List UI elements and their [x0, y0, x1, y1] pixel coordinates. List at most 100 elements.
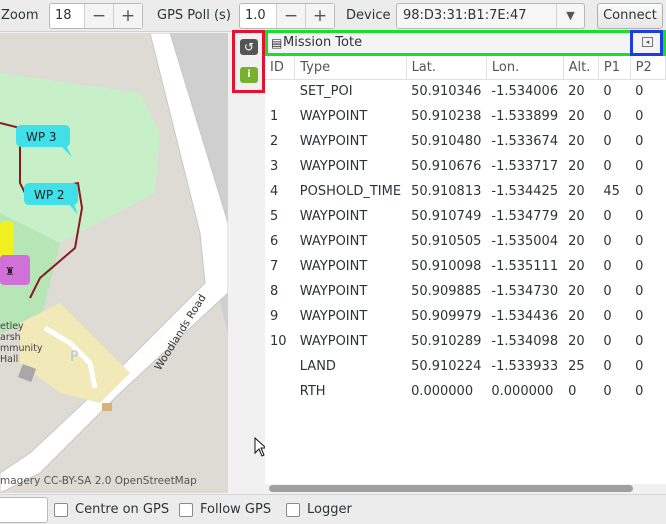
cell-lon[interactable]: -1.534436	[486, 304, 563, 329]
cell-lat[interactable]: 50.910749	[406, 204, 486, 229]
cell-lat[interactable]: 50.910346	[406, 79, 486, 104]
cell-lon[interactable]: -1.533933	[486, 354, 563, 379]
cell-lat[interactable]: 50.910480	[406, 129, 486, 154]
cell-id[interactable]: 5	[265, 204, 295, 229]
connect-button[interactable]: Connect	[597, 3, 663, 29]
column-header-p2[interactable]: P2	[630, 56, 666, 80]
cell-p1[interactable]: 0	[598, 354, 630, 379]
cell-type[interactable]: WAYPOINT	[295, 104, 406, 129]
table-row[interactable]: 1 WAYPOINT 50.910238 -1.533899 20 0 0	[265, 104, 666, 129]
cell-id[interactable]	[265, 79, 295, 104]
cell-p2[interactable]: 0	[630, 79, 665, 104]
cell-p2[interactable]: 0	[630, 179, 665, 204]
cell-id[interactable]: 3	[265, 154, 295, 179]
table-row[interactable]: 7 WAYPOINT 50.910098 -1.535111 20 0 0	[265, 254, 666, 279]
table-row[interactable]: 6 WAYPOINT 50.910505 -1.535004 20 0 0	[265, 229, 666, 254]
cell-id[interactable]: 8	[265, 279, 295, 304]
table-row[interactable]: 3 WAYPOINT 50.910676 -1.533717 20 0 0	[265, 154, 666, 179]
cell-lon[interactable]: -1.533899	[486, 104, 563, 129]
zoom-increase-button[interactable]: +	[113, 4, 142, 28]
device-value[interactable]: 98:D3:31:B1:7E:47	[397, 4, 556, 28]
cell-alt[interactable]: 20	[563, 154, 598, 179]
cell-alt[interactable]: 20	[563, 229, 598, 254]
cell-alt[interactable]: 20	[563, 304, 598, 329]
column-header-lon[interactable]: Lon.	[486, 56, 564, 80]
cell-lat[interactable]: 50.910289	[406, 329, 486, 354]
cell-p2[interactable]: 0	[630, 104, 665, 129]
status-entry[interactable]	[0, 497, 48, 523]
cell-lon[interactable]: -1.534730	[486, 279, 563, 304]
cell-lon[interactable]: -1.535111	[486, 254, 563, 279]
cell-p1[interactable]: 0	[598, 104, 630, 129]
table-row[interactable]: 5 WAYPOINT 50.910749 -1.534779 20 0 0	[265, 204, 666, 229]
cell-p2[interactable]: 0	[630, 279, 665, 304]
cell-alt[interactable]: 20	[563, 104, 598, 129]
map-canvas[interactable]: P ♜ WP 3 WP 2 Woodlands Road etley arsh …	[0, 33, 228, 493]
cell-p1[interactable]: 0	[598, 79, 630, 104]
cell-p2[interactable]: 0	[630, 254, 665, 279]
zoom-spinner[interactable]: 18 − +	[49, 3, 143, 29]
horizontal-scrollbar[interactable]	[265, 484, 666, 494]
cell-lat[interactable]: 50.910813	[406, 179, 486, 204]
cell-alt[interactable]: 20	[563, 179, 598, 204]
cell-lat[interactable]: 50.910676	[406, 154, 486, 179]
cell-lon[interactable]: -1.533674	[486, 129, 563, 154]
table-row[interactable]: RTH 0.000000 0.000000 0 0 0	[265, 379, 666, 404]
cell-type[interactable]: WAYPOINT	[295, 204, 406, 229]
cell-p2[interactable]: 0	[630, 304, 665, 329]
table-row[interactable]: LAND 50.910224 -1.533933 25 0 0	[265, 354, 666, 379]
cell-p2[interactable]: 0	[630, 129, 665, 154]
cell-lat[interactable]: 50.910098	[406, 254, 486, 279]
cell-alt[interactable]: 20	[563, 329, 598, 354]
cell-alt[interactable]: 20	[563, 204, 598, 229]
cell-p1[interactable]: 0	[598, 279, 630, 304]
cell-lat[interactable]: 50.909979	[406, 304, 486, 329]
cell-lat[interactable]: 50.910224	[406, 354, 486, 379]
cell-id[interactable]: 10	[265, 329, 295, 354]
gps-poll-increase-button[interactable]: +	[305, 4, 334, 28]
table-row[interactable]: 10 WAYPOINT 50.910289 -1.534098 20 0 0	[265, 329, 666, 354]
cell-type[interactable]: WAYPOINT	[295, 329, 406, 354]
zoom-decrease-button[interactable]: −	[84, 4, 113, 28]
cell-type[interactable]: WAYPOINT	[295, 229, 406, 254]
cell-alt[interactable]: 25	[563, 354, 598, 379]
cell-alt[interactable]: 20	[563, 79, 598, 104]
zoom-value[interactable]: 18	[50, 4, 84, 28]
centre-on-gps-label[interactable]: Centre on GPS	[75, 502, 169, 517]
reset-view-icon[interactable]: ↺	[240, 39, 258, 55]
table-row[interactable]: 9 WAYPOINT 50.909979 -1.534436 20 0 0	[265, 304, 666, 329]
cell-id[interactable]: 6	[265, 229, 295, 254]
scrollbar-thumb[interactable]	[269, 485, 633, 492]
column-header-alt[interactable]: Alt.	[563, 56, 599, 80]
cell-id[interactable]: 4	[265, 179, 295, 204]
cell-type[interactable]: WAYPOINT	[295, 129, 406, 154]
device-select[interactable]: 98:D3:31:B1:7E:47 ▼	[396, 3, 585, 29]
cell-p2[interactable]: 0	[630, 379, 665, 404]
cell-type[interactable]: WAYPOINT	[295, 279, 406, 304]
gps-poll-decrease-button[interactable]: −	[276, 4, 305, 28]
cell-type[interactable]: POSHOLD_TIME	[295, 179, 406, 204]
cell-lon[interactable]: -1.533717	[486, 154, 563, 179]
table-row[interactable]: SET_POI 50.910346 -1.534006 20 0 0	[265, 79, 666, 104]
cell-lon[interactable]: -1.534098	[486, 329, 563, 354]
cell-lon[interactable]: -1.534779	[486, 204, 563, 229]
table-row[interactable]: 8 WAYPOINT 50.909885 -1.534730 20 0 0	[265, 279, 666, 304]
cell-p1[interactable]: 0	[598, 229, 630, 254]
follow-gps-label[interactable]: Follow GPS	[200, 502, 271, 517]
cell-lat[interactable]: 50.909885	[406, 279, 486, 304]
cell-p1[interactable]: 0	[598, 154, 630, 179]
cell-id[interactable]: 1	[265, 104, 295, 129]
cell-p1[interactable]: 0	[598, 304, 630, 329]
table-row[interactable]: 4 POSHOLD_TIME 50.910813 -1.534425 20 45 0	[265, 179, 666, 204]
cell-p2[interactable]: 0	[630, 154, 665, 179]
follow-gps-checkbox[interactable]	[179, 503, 193, 517]
cell-p2[interactable]: 0	[630, 329, 665, 354]
cell-lat[interactable]: 50.910505	[406, 229, 486, 254]
cell-p1[interactable]: 0	[598, 254, 630, 279]
cell-type[interactable]: WAYPOINT	[295, 254, 406, 279]
column-header-type[interactable]: Type	[294, 56, 407, 80]
cell-type[interactable]: LAND	[295, 354, 406, 379]
cell-id[interactable]	[265, 354, 295, 379]
cell-alt[interactable]: 20	[563, 279, 598, 304]
cell-p1[interactable]: 0	[598, 329, 630, 354]
